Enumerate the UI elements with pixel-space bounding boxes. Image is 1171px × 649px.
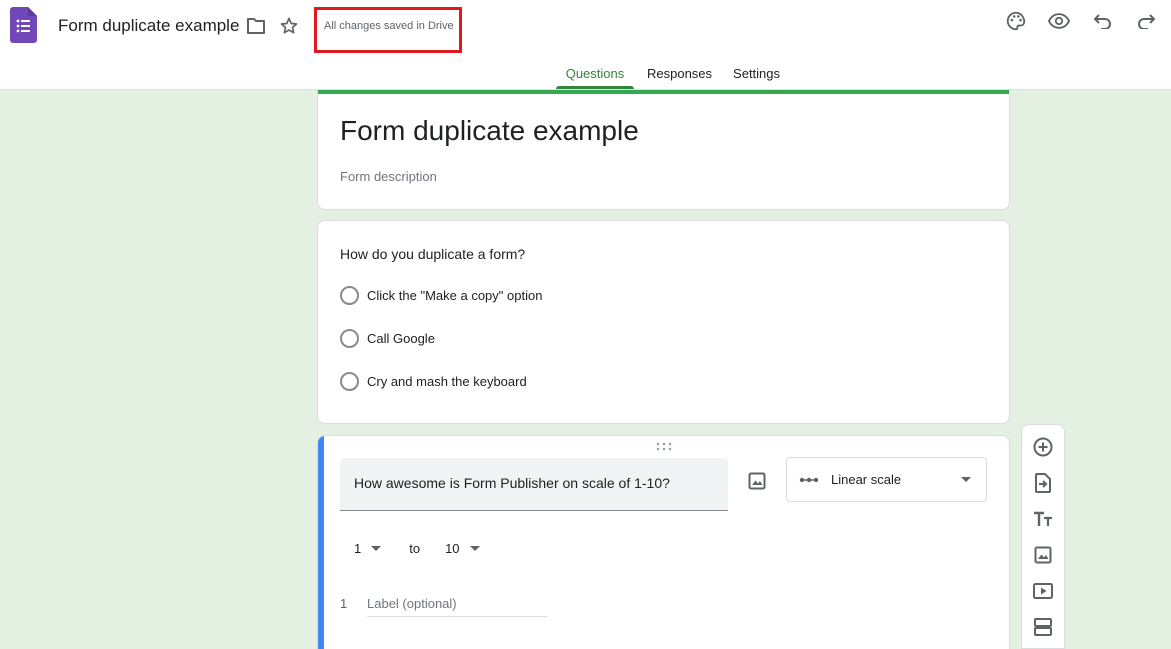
option-label: Click the "Make a copy" option bbox=[367, 287, 543, 303]
redo-icon[interactable] bbox=[1135, 10, 1157, 32]
add-section-icon[interactable] bbox=[1032, 616, 1054, 638]
palette-icon[interactable] bbox=[1005, 10, 1027, 32]
add-question-icon[interactable] bbox=[1032, 436, 1054, 458]
question-title: How do you duplicate a form? bbox=[340, 246, 526, 262]
option-label: Call Google bbox=[367, 330, 435, 346]
title-card-accent bbox=[318, 90, 1009, 94]
form-title-card[interactable]: Form duplicate example Form description bbox=[317, 90, 1010, 210]
question-type-label: Linear scale bbox=[831, 472, 902, 487]
add-image-icon[interactable] bbox=[746, 470, 768, 492]
label-index: 1 bbox=[340, 596, 348, 611]
add-title-icon[interactable] bbox=[1032, 508, 1054, 530]
question-title-input[interactable]: How awesome is Form Publisher on scale o… bbox=[340, 458, 728, 511]
tab-responses[interactable]: Responses bbox=[647, 56, 712, 89]
chevron-down-icon bbox=[469, 545, 480, 551]
option-label: Cry and mash the keyboard bbox=[367, 373, 527, 389]
option-item[interactable]: Click the "Make a copy" option bbox=[340, 285, 542, 305]
floating-toolbar bbox=[1021, 424, 1065, 649]
scale-to-label: to bbox=[409, 540, 421, 556]
scale-from-select[interactable]: 1 bbox=[354, 540, 382, 556]
option-item[interactable]: Cry and mash the keyboard bbox=[340, 371, 527, 391]
chevron-down-icon bbox=[371, 545, 382, 551]
question-type-dropdown[interactable]: Linear scale bbox=[786, 457, 987, 502]
form-title[interactable]: Form duplicate example bbox=[340, 114, 639, 148]
label-input[interactable]: Label (optional) bbox=[367, 595, 547, 617]
tab-settings[interactable]: Settings bbox=[733, 56, 780, 89]
add-image-icon[interactable] bbox=[1032, 544, 1054, 566]
save-status: All changes saved in Drive bbox=[314, 7, 462, 53]
option-item[interactable]: Call Google bbox=[340, 328, 435, 348]
forms-app-icon[interactable] bbox=[10, 7, 37, 43]
document-title[interactable]: Form duplicate example bbox=[58, 16, 239, 36]
scale-to-select[interactable]: 10 bbox=[445, 540, 480, 556]
radio-button[interactable] bbox=[340, 328, 359, 348]
scale-from-value: 1 bbox=[354, 540, 362, 556]
undo-icon[interactable] bbox=[1092, 10, 1114, 32]
linear-scale-icon bbox=[799, 477, 819, 482]
radio-button[interactable] bbox=[340, 285, 359, 305]
top-bar: Form duplicate example All changes saved… bbox=[0, 0, 1171, 90]
active-indicator bbox=[318, 436, 324, 649]
folder-icon[interactable] bbox=[245, 15, 267, 37]
import-questions-icon[interactable] bbox=[1032, 472, 1054, 494]
star-icon[interactable] bbox=[278, 15, 300, 37]
chevron-down-icon bbox=[961, 477, 971, 482]
tab-questions[interactable]: Questions bbox=[556, 56, 634, 89]
active-question-card[interactable]: How awesome is Form Publisher on scale o… bbox=[317, 435, 1010, 649]
scale-to-value: 10 bbox=[445, 540, 460, 556]
radio-button[interactable] bbox=[340, 371, 359, 391]
drag-handle-icon[interactable] bbox=[655, 442, 673, 452]
question-card[interactable]: How do you duplicate a form? Click the "… bbox=[317, 220, 1010, 424]
scale-range: 1 to 10 bbox=[354, 539, 480, 557]
form-description-field[interactable]: Form description bbox=[340, 169, 437, 184]
preview-icon[interactable] bbox=[1048, 10, 1070, 32]
form-tabs: Questions Responses Settings bbox=[556, 56, 780, 89]
add-video-icon[interactable] bbox=[1032, 580, 1054, 602]
